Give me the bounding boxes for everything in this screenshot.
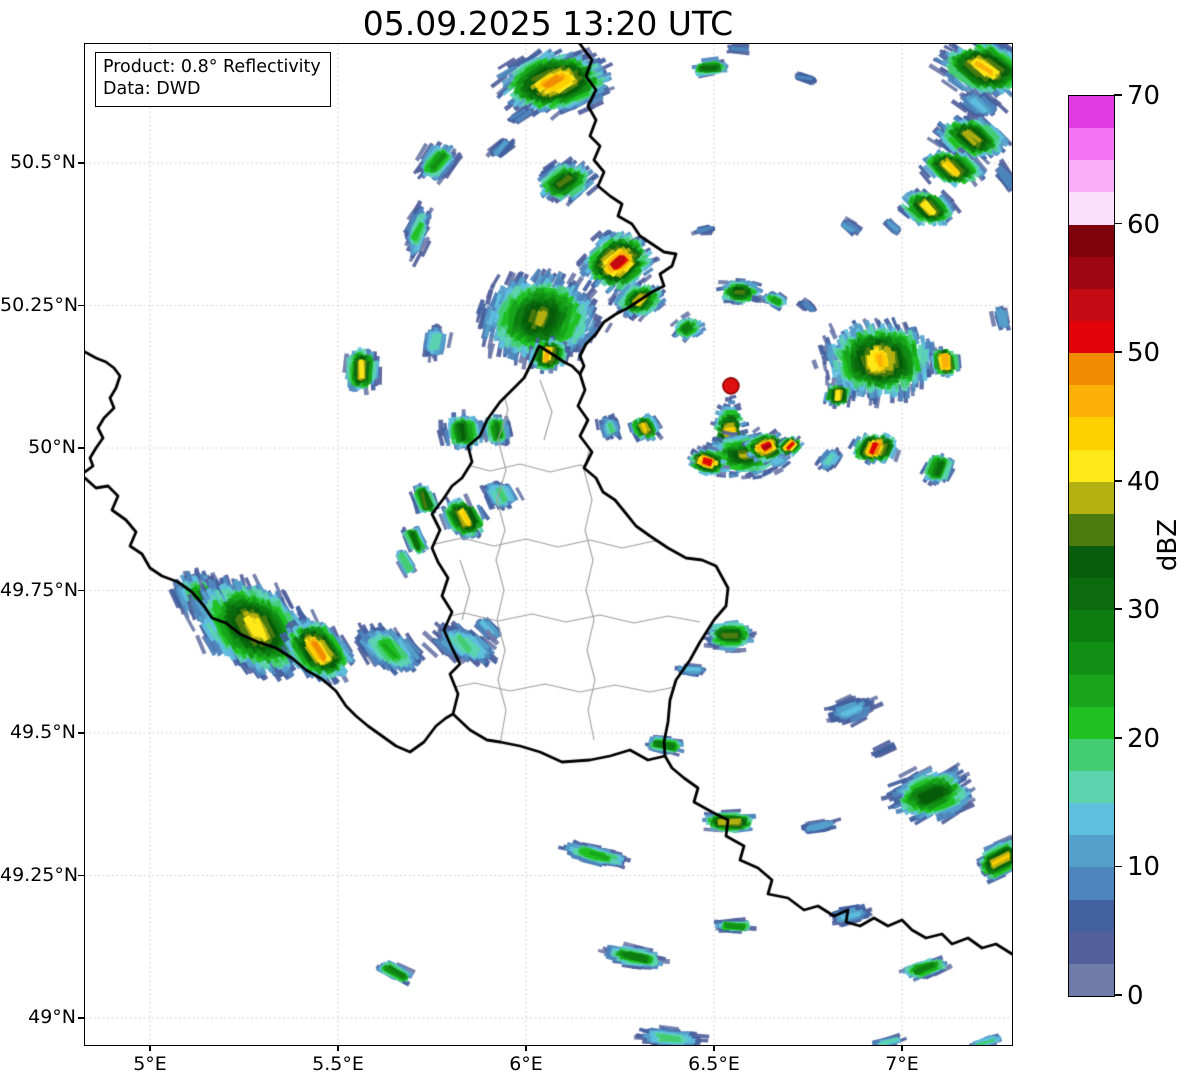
colorbar-tick-label: 40 [1127,466,1161,497]
colorbar-tick-label: 30 [1127,595,1161,626]
radar-figure: 05.09.2025 13:20 UTC Product: 0.8° Refle… [0,0,1202,1081]
colorbar-segment [1069,288,1114,321]
product-annotation-box: Product: 0.8° Reflectivity Data: DWD [95,52,331,107]
colorbar-segment [1069,224,1114,257]
y-tickmark [78,874,84,877]
colorbar-segment [1069,931,1114,964]
colorbar-tick-label: 0 [1127,981,1144,1011]
colorbar-tickmark [1114,222,1122,225]
x-tick-label: 5.5°E [312,1053,364,1075]
product-label: Product: 0.8° Reflectivity [103,57,321,77]
colorbar-segment [1069,417,1114,450]
colorbar-tickmark [1114,479,1122,482]
colorbar-tick-label: 70 [1127,81,1161,111]
data-source-label: Data: DWD [103,79,201,100]
radar-map-canvas [85,44,1012,1045]
y-tickmark [78,304,84,307]
colorbar-tickmark [1114,351,1122,353]
y-tick-label: 50°N [28,436,76,458]
colorbar-tickmark [1114,737,1122,739]
colorbar-tickmark [1114,865,1122,868]
colorbar-tickmark [1114,994,1122,996]
colorbar-segment [1069,803,1114,836]
y-tickmark [78,1017,84,1019]
colorbar-segment [1069,449,1114,482]
x-tickmark [901,1045,903,1051]
colorbar-segment [1069,353,1114,386]
y-tick-label: 49.25°N [0,863,79,886]
colorbar-tick-label: 20 [1127,723,1161,754]
colorbar-axis-label: dBZ [1153,518,1183,572]
colorbar-segment [1069,835,1114,868]
colorbar-segment [1069,192,1114,225]
colorbar-segment [1069,578,1114,611]
y-tickmark [78,447,84,449]
colorbar-segment [1069,481,1114,514]
colorbar-tick-label: 60 [1127,209,1161,240]
colorbar-segment [1069,385,1114,418]
x-tick-label: 5°E [133,1053,167,1075]
y-tick-label: 49°N [28,1006,76,1028]
x-tickmark [525,1045,527,1051]
colorbar-segment [1069,706,1114,739]
colorbar-segment [1069,256,1114,289]
colorbar-segment [1069,128,1114,161]
colorbar-segment [1069,738,1114,771]
y-tick-label: 49.75°N [0,578,79,601]
colorbar-tickmark [1114,608,1122,611]
colorbar-segment [1069,674,1114,707]
y-tick-label: 49.5°N [9,721,76,743]
y-tick-label: 50.5°N [9,151,76,173]
x-tick-label: 6°E [509,1053,543,1075]
colorbar-tickmark [1114,94,1122,96]
y-tickmark [78,589,84,592]
x-tickmark [337,1045,339,1051]
colorbar-segment [1069,610,1114,643]
x-tickmark [149,1045,151,1051]
x-tick-label: 7°E [885,1053,919,1075]
reflectivity-colorbar [1068,95,1115,997]
y-tick-label: 50.25°N [0,293,79,316]
x-tick-label: 6.5°E [688,1053,740,1075]
y-tickmark [78,162,84,164]
colorbar-segment [1069,867,1114,900]
colorbar-segment [1069,642,1114,675]
colorbar-segment [1069,899,1114,932]
y-tickmark [78,732,84,734]
colorbar-tick-label: 10 [1127,852,1161,883]
colorbar-segment [1069,96,1114,129]
colorbar-tick-label: 50 [1127,338,1161,369]
x-tickmark [713,1045,715,1051]
colorbar-segment [1069,320,1114,354]
colorbar-segment [1069,545,1114,579]
colorbar-segment [1069,963,1114,996]
page-title: 05.09.2025 13:20 UTC [362,4,734,43]
colorbar-segment [1069,513,1114,546]
colorbar-segment [1069,160,1114,193]
colorbar-segment [1069,770,1114,804]
